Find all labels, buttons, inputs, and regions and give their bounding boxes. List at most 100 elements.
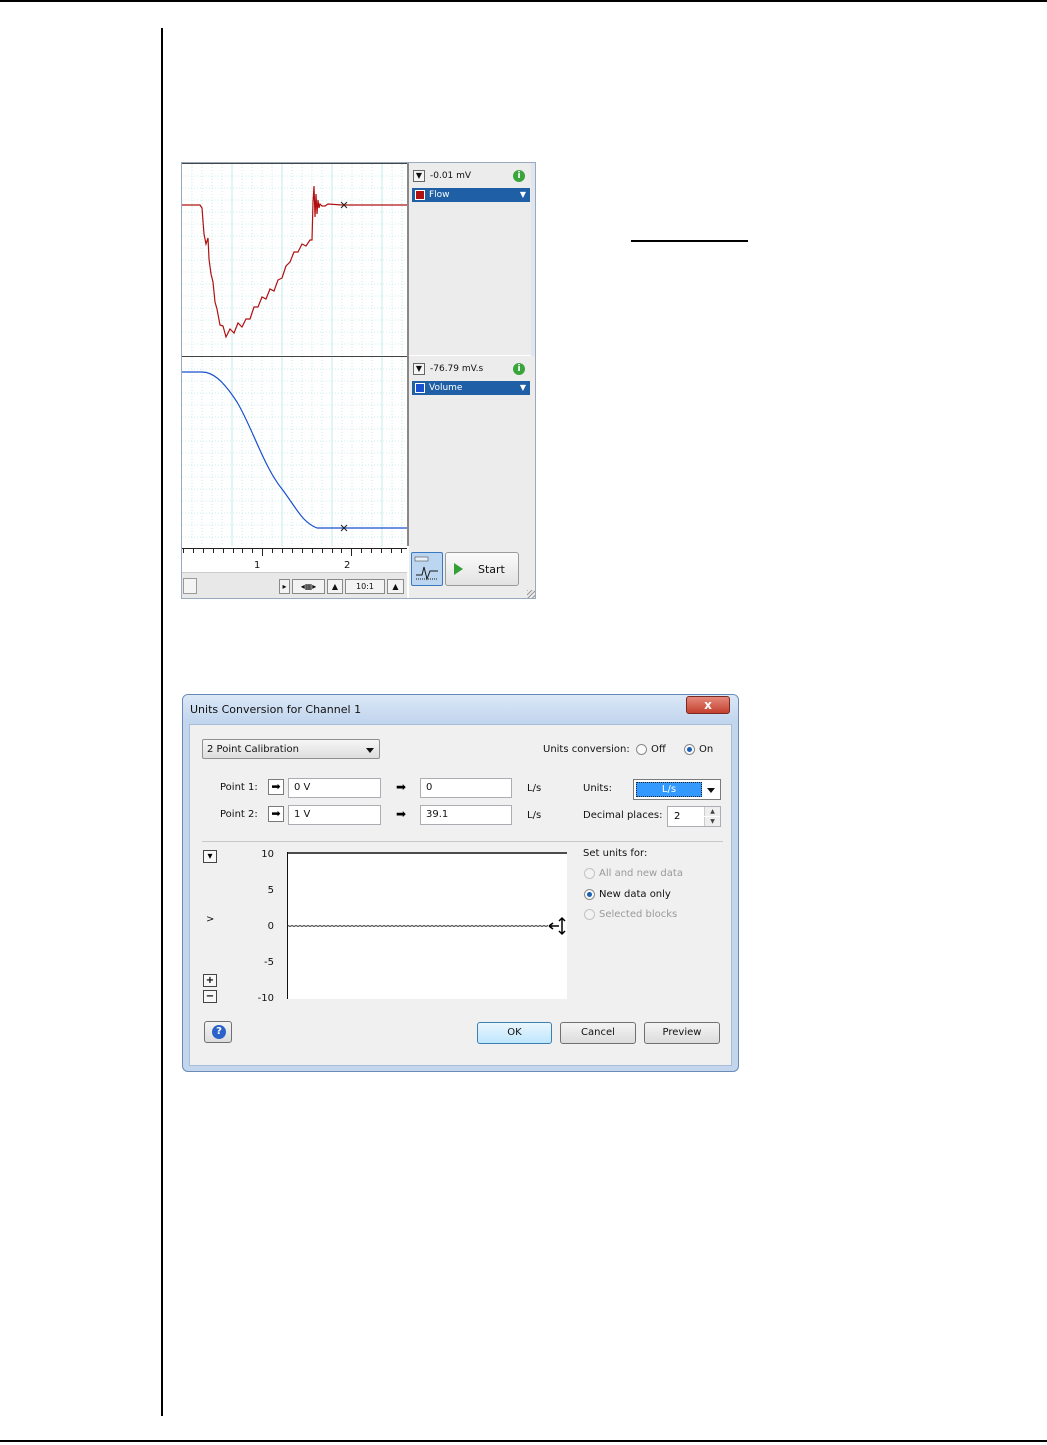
flow-plot[interactable]	[182, 163, 407, 355]
decimal-places-value: 2	[674, 811, 681, 822]
volume-trace-svg	[182, 357, 407, 546]
conversion-mode-select[interactable]: 2 Point Calibration	[202, 739, 380, 759]
units-conversion-dialog: Units Conversion for Channel 1 x 2 Point…	[182, 694, 739, 1072]
arrow-right-icon: ➡	[396, 807, 407, 821]
point2-sample-arrow-icon[interactable]: ➡	[268, 806, 284, 822]
volume-trace	[182, 371, 407, 529]
units-conversion-on-radio[interactable]	[684, 744, 695, 755]
off-label[interactable]: Off	[651, 744, 666, 755]
y-tick-label: -10	[257, 993, 274, 1004]
y-tick-label: 0	[267, 921, 274, 932]
volume-channel-name: Volume	[429, 383, 463, 393]
point1-output-field[interactable]: 0	[420, 778, 512, 798]
dialog-titlebar[interactable]: Units Conversion for Channel 1 x	[183, 695, 738, 723]
flow-trace-svg	[182, 164, 407, 355]
selected-blocks-label: Selected blocks	[599, 909, 678, 920]
units-selected-value: L/s	[636, 782, 702, 797]
help-icon: ?	[212, 1025, 226, 1039]
units-conversion-label: Units conversion:	[543, 744, 630, 755]
point1-unit: L/s	[527, 783, 542, 794]
flow-info-icon[interactable]: i	[513, 170, 525, 182]
zoom-out-icon[interactable]: −	[203, 990, 217, 1003]
point2-label: Point 2:	[220, 809, 258, 820]
ok-button[interactable]: OK	[477, 1022, 552, 1044]
point2-output-field[interactable]: 39.1	[420, 805, 512, 825]
point1-sample-arrow-icon[interactable]: ➡	[268, 779, 284, 795]
expand-icon[interactable]: ▲	[387, 579, 404, 594]
close-button[interactable]: x	[686, 696, 730, 714]
time-axis-tick	[291, 548, 293, 553]
on-label[interactable]: On	[699, 744, 713, 755]
volume-channel-title[interactable]: Volume ▼	[412, 381, 530, 395]
flow-channel-title[interactable]: Flow ▼	[412, 188, 530, 202]
volume-color-swatch	[415, 383, 425, 393]
blank-underline	[631, 240, 748, 242]
new-data-only-label[interactable]: New data only	[599, 889, 671, 900]
time-axis-tick	[381, 548, 382, 553]
scroll-right-icon[interactable]: ▸	[279, 579, 290, 594]
point2-unit: L/s	[527, 810, 542, 821]
spin-up-icon[interactable]: ▲	[704, 807, 720, 816]
time-axis: 1 2 ▸ ◂▦▸ ▲ 10:1 ▲	[182, 546, 407, 598]
point1-input-field[interactable]: 0 V	[288, 778, 381, 798]
flow-color-swatch	[415, 190, 425, 200]
time-axis-tick	[351, 548, 353, 556]
zoom-in-icon[interactable]: +	[203, 974, 217, 987]
time-axis-tick	[262, 548, 264, 556]
decimal-places-stepper[interactable]: 2 ▲ ▼	[667, 806, 721, 827]
time-axis-tick	[321, 548, 323, 553]
resize-grip-icon[interactable]	[527, 590, 535, 598]
selected-blocks-radio	[584, 909, 595, 920]
waveform-icon	[414, 556, 438, 581]
bottom-rule	[0, 1440, 1047, 1442]
scroll-thumb[interactable]	[183, 578, 197, 594]
time-axis-tick	[390, 548, 392, 553]
point1-label: Point 1:	[220, 782, 258, 793]
units-select[interactable]: L/s	[633, 779, 721, 800]
new-data-only-radio[interactable]	[584, 889, 595, 900]
zoom-ratio[interactable]: 10:1	[345, 579, 385, 594]
units-conversion-off-radio[interactable]	[636, 744, 647, 755]
preview-button[interactable]: Preview	[644, 1022, 720, 1044]
all-and-new-data-radio	[584, 868, 595, 879]
chart-view-window: ▼ -0.01 mV i Flow ▼ ▼ -76.79 mV.s i Volu…	[181, 162, 536, 599]
start-label: Start	[478, 563, 505, 576]
time-axis-tick	[202, 548, 204, 553]
flow-value-dropdown-icon[interactable]: ▼	[413, 170, 425, 182]
conversion-mode-value: 2 Point Calibration	[207, 744, 299, 755]
horizontal-scrollbar[interactable]: ▸ ◂▦▸ ▲ 10:1 ▲	[182, 572, 407, 598]
time-axis-tick	[192, 548, 194, 553]
volume-plot[interactable]	[182, 356, 407, 546]
time-axis-tick	[341, 548, 343, 553]
start-button[interactable]: Start	[445, 552, 519, 586]
compress-icon[interactable]: ▲	[327, 579, 343, 594]
volume-info-icon[interactable]: i	[513, 363, 525, 375]
flow-trace	[182, 185, 407, 339]
time-tick-label: 1	[254, 560, 261, 571]
cancel-button[interactable]: Cancel	[560, 1022, 636, 1044]
volume-value-dropdown-icon[interactable]: ▼	[413, 363, 425, 375]
decimal-places-label: Decimal places:	[583, 810, 663, 821]
waveform-view-button[interactable]	[411, 552, 443, 586]
all-and-new-data-label: All and new data	[599, 868, 683, 879]
flow-channel-menu-icon[interactable]: ▼	[520, 188, 526, 202]
plot-options-icon[interactable]: ▾	[203, 850, 217, 863]
help-button[interactable]: ?	[204, 1021, 232, 1043]
top-rule	[0, 0, 1047, 2]
time-axis-tick	[252, 548, 254, 553]
volume-channel-menu-icon[interactable]: ▼	[520, 381, 526, 395]
y-tick-label: -5	[264, 957, 274, 968]
time-axis-tick	[301, 548, 303, 553]
fit-width-button[interactable]: ◂▦▸	[292, 579, 325, 594]
time-axis-line	[182, 548, 407, 549]
volume-channel-panel: ▼ -76.79 mV.s i Volume ▼	[409, 356, 535, 546]
set-units-label: Set units for:	[583, 848, 648, 859]
y-tick-label: 10	[261, 849, 274, 860]
time-axis-tick	[400, 548, 402, 553]
play-icon	[454, 563, 463, 575]
spin-down-icon[interactable]: ▼	[704, 817, 720, 826]
signal-handle-icon[interactable]	[548, 916, 566, 936]
flow-value-row: ▼ -0.01 mV i	[413, 170, 529, 184]
point2-input-field[interactable]: 1 V	[288, 805, 381, 825]
chevron-down-icon	[707, 788, 715, 793]
